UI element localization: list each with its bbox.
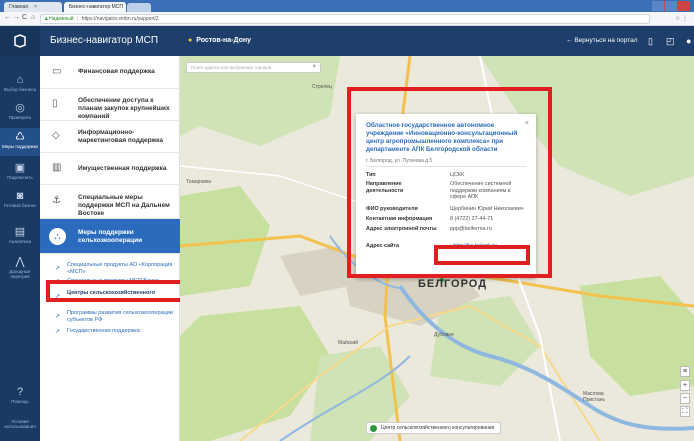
- forward-arrow-icon[interactable]: →: [13, 14, 20, 21]
- app-title: Бизнес-навигатор МСП: [50, 35, 159, 46]
- secure-label: Надежный: [49, 16, 74, 22]
- question-icon: ?: [16, 386, 24, 398]
- rail-item-business[interactable]: ⌂ Выбор бизнеса: [0, 74, 40, 92]
- compass-icon: ◎: [15, 102, 25, 114]
- window-controls[interactable]: [652, 1, 690, 11]
- logo-icon[interactable]: [0, 26, 40, 56]
- new-tab-button[interactable]: [127, 3, 151, 12]
- wallet-icon: ▭: [52, 66, 62, 77]
- submenu-item-programs[interactable]: ↗ Программы развития сельхозкооперации с…: [40, 308, 180, 326]
- legend-marker-icon: [370, 425, 377, 432]
- rail-item-help[interactable]: ? Помощь: [0, 386, 40, 404]
- handshake-icon: ♺: [15, 131, 25, 143]
- menu-item-procurement[interactable]: ▯ Обеспечение доступа к планам закупок к…: [40, 89, 180, 121]
- map-label: Маслова Пристань: [583, 391, 606, 403]
- map-label: Дубовое: [434, 332, 454, 338]
- chat-icon[interactable]: ◰: [666, 36, 675, 47]
- address-bar: ← → C ⌂ 🔒︎ Надежный | https://navigator.…: [0, 12, 694, 26]
- store-icon: ⌂: [16, 74, 24, 86]
- zoom-in-button[interactable]: +: [680, 380, 690, 391]
- tractor-icon: ⛬: [49, 228, 66, 245]
- map-city-label: БЕЛГОРОД: [418, 278, 488, 290]
- map-legend: Центр сельскохозяйственного консультиров…: [366, 422, 502, 434]
- road-icon: ⋀: [15, 256, 25, 268]
- rail-item-connect[interactable]: ▣ Подключить: [0, 162, 40, 180]
- maximize-icon[interactable]: [665, 1, 677, 11]
- browser-tab-navigator[interactable]: Бизнес-навигатор МСП×: [64, 2, 126, 12]
- menu-item-far-east[interactable]: ⚓︎ Специальные меры поддержки МСП на Дал…: [40, 185, 180, 219]
- layers-icon[interactable]: ≡: [680, 366, 690, 377]
- support-menu: ▭ Финансовая поддержка ▯ Обеспечение дос…: [40, 56, 180, 441]
- lock-icon: 🔒︎: [45, 16, 48, 22]
- menu-item-financial[interactable]: ▭ Финансовая поддержка: [40, 56, 180, 89]
- back-arrow-icon[interactable]: ←: [4, 14, 11, 21]
- tablet-icon[interactable]: ▯: [648, 36, 653, 47]
- rail-item-analytics[interactable]: ▤ Аналитика: [0, 226, 40, 244]
- menu-item-property[interactable]: ▥ Имущественная поддержка: [40, 153, 180, 185]
- chart-icon: ▤: [14, 226, 26, 238]
- url-field[interactable]: 🔒︎ Надежный | https://navigator.smbn.ru/…: [40, 14, 650, 24]
- icon-rail: ⌂ Выбор бизнеса ◎ Проверить ♺ Меры поддержк…: [0, 56, 40, 441]
- rail-item-ready[interactable]: ◙ Готовый бизнес: [0, 190, 40, 208]
- anchor-icon: ⚓︎: [52, 195, 61, 206]
- home-icon[interactable]: ⌂: [31, 14, 35, 21]
- map-label: Майский: [338, 340, 359, 346]
- browser-tab-home[interactable]: Главная ×: [4, 2, 62, 12]
- close-icon[interactable]: ×: [312, 63, 316, 72]
- map-label: Стрелец: [312, 84, 332, 90]
- highlight-box-website: [434, 245, 530, 265]
- browser-tabbar: Главная× Бизнес-навигатор МСП×: [0, 0, 694, 12]
- camera-icon: ◙: [16, 190, 24, 202]
- map-search-input[interactable]: Поиск адреса или выбранных городов ×: [186, 62, 321, 73]
- app-header: Бизнес-навигатор МСП ● Ростов-на-Дону ← В…: [0, 26, 694, 56]
- fullscreen-icon[interactable]: ⛶: [680, 406, 690, 417]
- menu-item-info-marketing[interactable]: ◇ Информационно-маркетинговая поддержка: [40, 121, 180, 153]
- star-icon[interactable]: ☆ ⋮: [675, 15, 688, 22]
- pin-icon: ●: [188, 37, 193, 44]
- back-to-portal-link[interactable]: ← Вернуться на портал: [566, 37, 638, 44]
- region-selector[interactable]: ● Ростов-на-Дону: [188, 37, 251, 44]
- rail-item-terms[interactable]: Условия использования: [0, 419, 40, 429]
- url-text: https://navigator.smbn.ru/support/2: [81, 16, 159, 22]
- map-label: Томаровка: [186, 179, 211, 185]
- minimize-icon[interactable]: [652, 1, 664, 11]
- arrow-icon: ↗: [55, 314, 61, 320]
- arrow-icon: ↗: [55, 266, 61, 272]
- document-icon: ▯: [52, 98, 58, 109]
- diamond-icon: ◇: [52, 130, 60, 141]
- building-icon: ▣: [14, 162, 26, 174]
- rail-item-support[interactable]: ♺ Меры поддержки: [0, 128, 40, 156]
- rail-item-check[interactable]: ◎ Проверить: [0, 102, 40, 120]
- submenu-item-corporation[interactable]: ↗ Специальные продукты АО «Корпорация «М…: [40, 259, 180, 277]
- menu-item-cooperation[interactable]: ⛬ Меры поддержки сельхозкооперации: [40, 219, 180, 254]
- submenu-item-state-support[interactable]: ↗ Государственная поддержка: [40, 327, 180, 337]
- close-icon[interactable]: ×: [34, 4, 37, 10]
- zoom-out-button[interactable]: −: [680, 393, 690, 404]
- arrow-icon: ↗: [55, 329, 61, 335]
- user-icon[interactable]: ●: [686, 36, 691, 46]
- rail-item-income[interactable]: ⋀ Доходные перегрев: [0, 256, 40, 279]
- building-icon: ▥: [52, 162, 62, 173]
- reload-icon[interactable]: C: [22, 14, 27, 21]
